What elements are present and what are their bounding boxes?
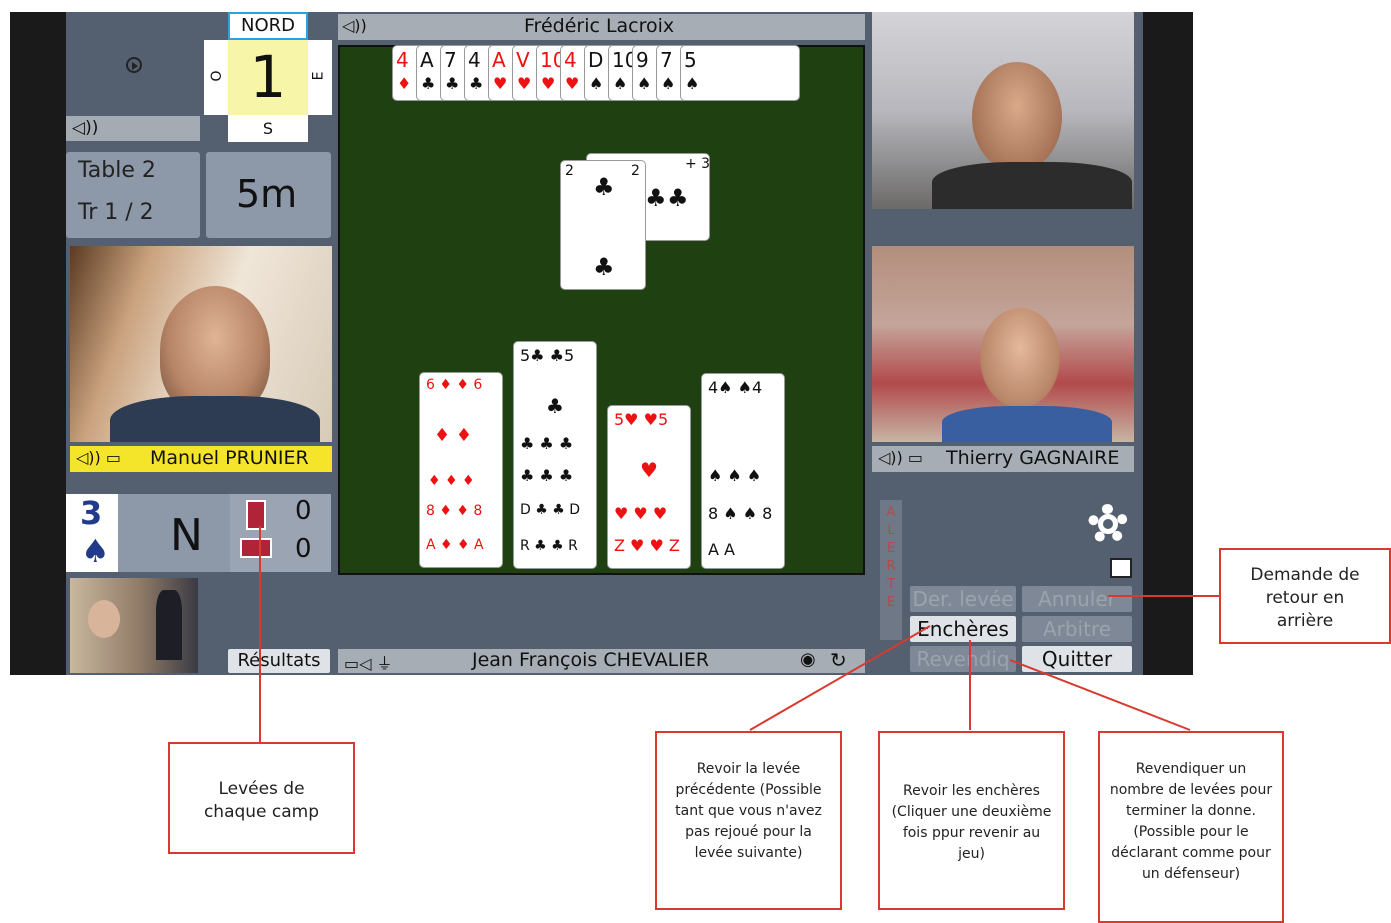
callout-tricks-each-side: Levées de chaque camp bbox=[168, 742, 355, 854]
callout-review-last-trick: Revoir la levée précédente (Possible tan… bbox=[655, 731, 842, 910]
callout-undo-request: Demande de retour en arrière bbox=[1219, 548, 1391, 644]
callout-claim-help: Revendiquer un nombre de levées pour ter… bbox=[1098, 731, 1284, 923]
callout-review-bidding: Revoir les enchères (Cliquer une deuxièm… bbox=[878, 731, 1065, 910]
